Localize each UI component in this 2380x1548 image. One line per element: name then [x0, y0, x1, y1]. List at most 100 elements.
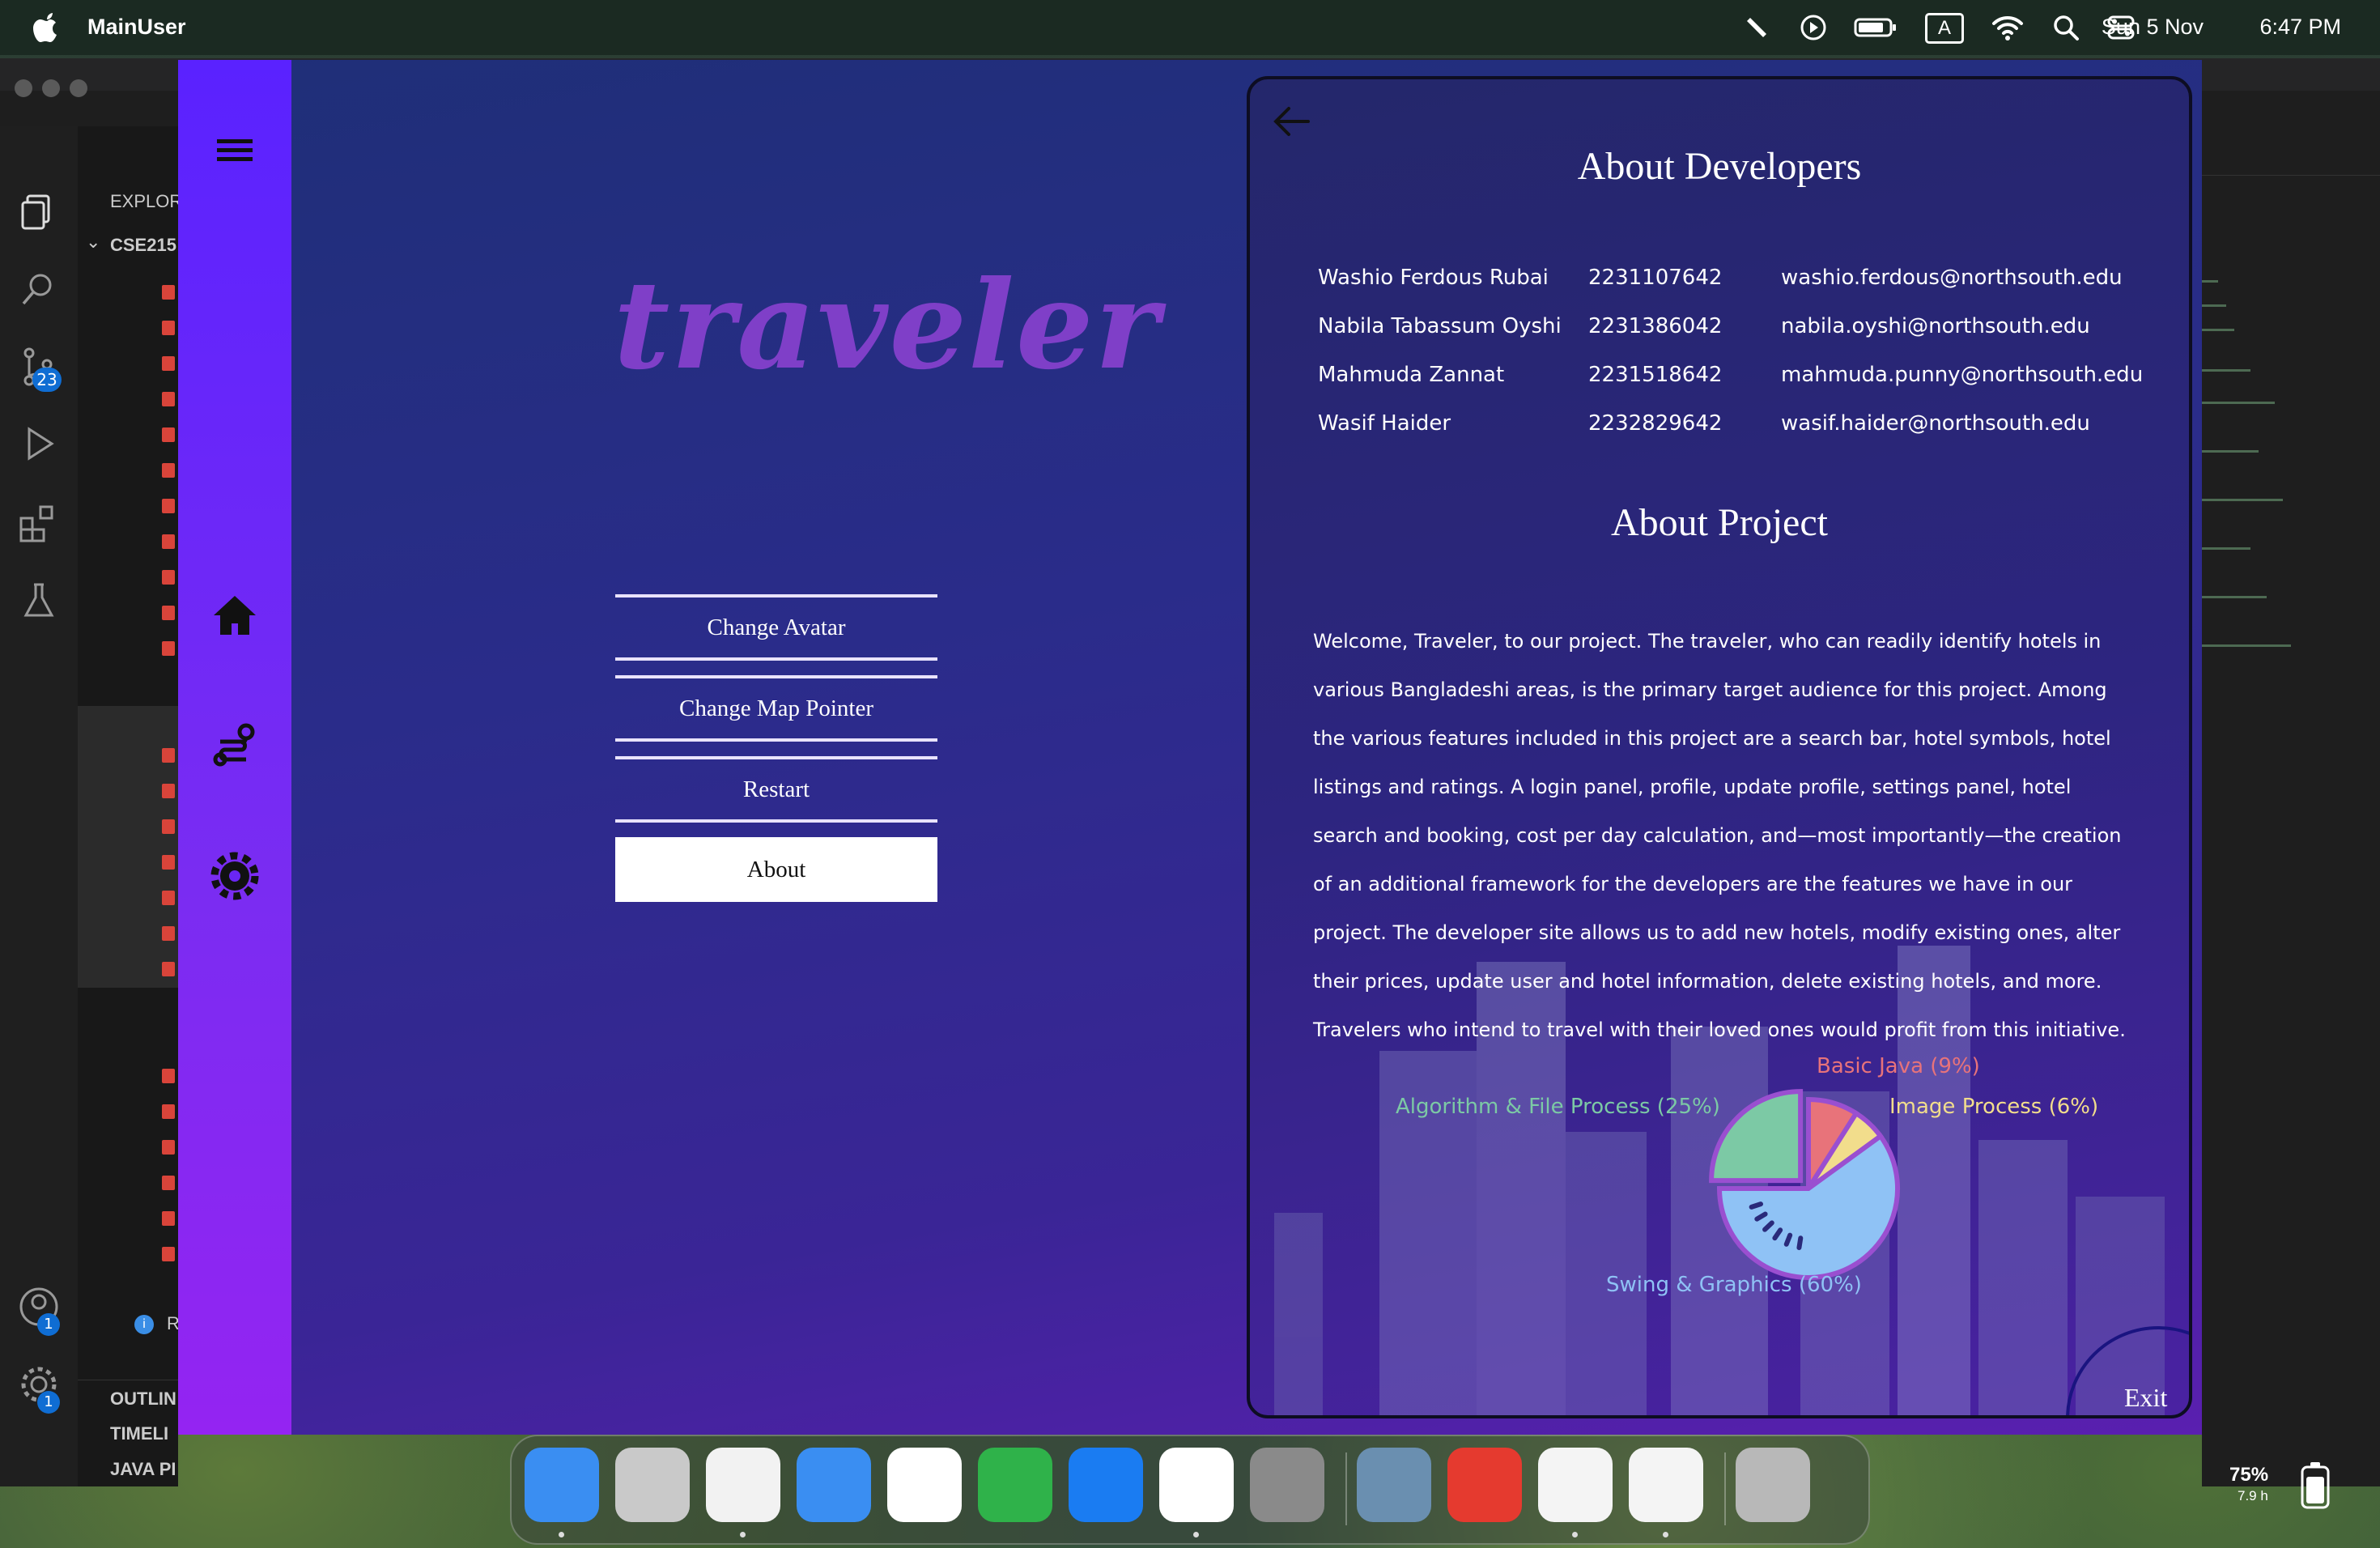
file-icon[interactable] [162, 606, 175, 620]
about-button[interactable]: About [615, 837, 937, 902]
developer-id: 2231518642 [1588, 363, 1723, 387]
editor-actions [2202, 126, 2380, 176]
timeline-section[interactable]: TIMELI [78, 1415, 178, 1448]
file-icon[interactable] [162, 285, 175, 300]
file-icon[interactable] [162, 1104, 175, 1119]
file-icon[interactable] [162, 926, 175, 941]
textedit-icon[interactable] [1538, 1448, 1613, 1522]
trash-icon[interactable] [1736, 1448, 1810, 1522]
mail-icon[interactable] [797, 1448, 871, 1522]
accounts-badge: 1 [37, 1313, 60, 1336]
battery-icon[interactable] [1854, 13, 1898, 42]
pen-icon[interactable] [1744, 13, 1773, 42]
code-line [2202, 547, 2250, 550]
file-icon[interactable] [162, 891, 175, 905]
code-line [2202, 596, 2267, 598]
chrome-icon[interactable] [706, 1448, 780, 1522]
run-debug-icon[interactable] [16, 423, 62, 468]
running-indicator [559, 1532, 564, 1537]
vscode-icon[interactable] [1159, 1448, 1234, 1522]
folder-row[interactable]: ⌄ CSE215 [78, 228, 178, 261]
developer-name: Washio Ferdous Rubai [1318, 266, 1549, 290]
file-icon[interactable] [162, 641, 175, 656]
launchpad-icon[interactable] [615, 1448, 690, 1522]
about-panel: About Developers Washio Ferdous Rubai 22… [1247, 76, 2192, 1418]
close-window-button[interactable] [15, 79, 32, 97]
hamburger-menu-icon[interactable] [209, 125, 261, 176]
explorer-panel: EXPLOR ⌄ CSE215 i R OUTLIN TIMELI JAVA P… [78, 126, 182, 1486]
battery-percent: 75% [2229, 1464, 2269, 1486]
running-indicator [1193, 1532, 1199, 1537]
dock-separator [1724, 1452, 1726, 1525]
file-icon[interactable] [162, 534, 175, 549]
route-icon[interactable] [209, 721, 261, 772]
file-icon[interactable] [162, 819, 175, 834]
extensions-icon[interactable] [16, 500, 62, 546]
running-indicator [740, 1532, 746, 1537]
developer-email: wasif.haider@northsouth.edu [1781, 411, 2090, 436]
pie-label: Swing & Graphics (60%) [1606, 1273, 1862, 1297]
minimize-window-button[interactable] [42, 79, 60, 97]
change-map-pointer-button[interactable]: Change Map Pointer [615, 675, 937, 742]
spotlight-search-icon[interactable] [2051, 13, 2080, 42]
file-icon[interactable] [162, 1069, 175, 1083]
pie-slice [1709, 1089, 1804, 1184]
exit-button-label[interactable]: Exit [2124, 1383, 2167, 1413]
file-icon[interactable] [162, 570, 175, 585]
file-icon[interactable] [162, 463, 175, 478]
editor-minimap-area [2202, 126, 2380, 1486]
java-icon[interactable] [1629, 1448, 1703, 1522]
photos-icon[interactable] [887, 1448, 962, 1522]
home-icon[interactable] [209, 589, 261, 641]
developer-name: Mahmuda Zannat [1318, 363, 1505, 387]
file-icon[interactable] [162, 392, 175, 406]
developer-email: washio.ferdous@northsouth.edu [1781, 266, 2123, 290]
file-icon[interactable] [162, 784, 175, 798]
preview-icon[interactable] [1357, 1448, 1431, 1522]
manage-badge: 1 [37, 1391, 60, 1414]
zoom-window-button[interactable] [70, 79, 87, 97]
pie-label: Image Process (6%) [1889, 1095, 2099, 1119]
battery-level-icon [2301, 1462, 2330, 1509]
input-source-icon[interactable]: A [1925, 13, 1964, 44]
wifi-icon[interactable] [1991, 13, 2024, 42]
restart-button[interactable]: Restart [615, 756, 937, 823]
active-app-name[interactable]: MainUser [87, 15, 186, 40]
change-avatar-button[interactable]: Change Avatar [615, 594, 937, 661]
explorer-icon[interactable] [16, 189, 62, 235]
code-line [2202, 402, 2275, 404]
pie-decoration [1796, 1235, 1804, 1251]
back-arrow-icon[interactable] [1269, 99, 1315, 144]
anydesk-icon[interactable] [1447, 1448, 1522, 1522]
file-icon[interactable] [162, 427, 175, 442]
search-icon[interactable] [16, 267, 62, 313]
traveler-app-window: traveler Change Avatar Change Map Pointe… [178, 60, 2202, 1435]
file-icon[interactable] [162, 356, 175, 371]
file-icon[interactable] [162, 748, 175, 763]
finder-icon[interactable] [525, 1448, 599, 1522]
menubar-clock[interactable]: 6:47 PM [2259, 15, 2341, 40]
menubar-date[interactable]: Sun 5 Nov [2102, 15, 2204, 40]
file-icon[interactable] [162, 499, 175, 513]
java-projects-section[interactable]: JAVA PI [78, 1451, 178, 1483]
system-settings-icon[interactable] [1250, 1448, 1324, 1522]
outline-section[interactable]: OUTLIN [78, 1380, 178, 1413]
file-icon[interactable] [162, 321, 175, 335]
app-store-icon[interactable] [1069, 1448, 1143, 1522]
testing-icon[interactable] [16, 578, 62, 623]
dock [510, 1435, 1870, 1545]
file-icon[interactable] [162, 1211, 175, 1226]
settings-gear-icon[interactable] [209, 850, 261, 902]
file-icon[interactable] [162, 1176, 175, 1190]
source-control-badge: 23 [32, 368, 62, 392]
file-icon[interactable] [162, 855, 175, 870]
file-icon[interactable] [162, 1247, 175, 1261]
play-circle-icon[interactable] [1799, 13, 1828, 42]
dock-separator [1345, 1452, 1347, 1525]
running-indicator [1572, 1532, 1578, 1537]
file-icon[interactable] [162, 1140, 175, 1155]
file-icon[interactable] [162, 962, 175, 976]
numbers-icon[interactable] [978, 1448, 1052, 1522]
chevron-down-icon: ⌄ [86, 232, 101, 252]
apple-icon[interactable] [31, 10, 63, 45]
